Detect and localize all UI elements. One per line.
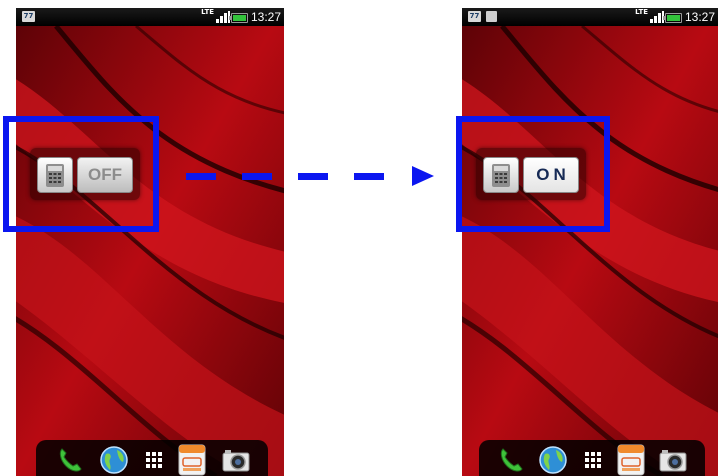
status-bar: 77 LTE 13:27 <box>16 8 284 26</box>
notification-badge: 77 <box>22 11 35 22</box>
browser-globe-icon[interactable] <box>98 444 130 476</box>
image-notification-icon <box>486 11 497 22</box>
signal-strength-icon <box>216 11 230 23</box>
battery-icon <box>229 13 248 23</box>
app-drawer-icon[interactable] <box>138 444 170 476</box>
clock: 13:27 <box>684 10 715 24</box>
app-dock <box>36 440 268 476</box>
arrow-head-icon <box>412 166 434 186</box>
passbook-icon[interactable] <box>176 444 208 476</box>
highlight-box-before <box>3 116 159 232</box>
notification-badge: 77 <box>468 11 481 22</box>
red-wave-wallpaper <box>462 8 718 476</box>
signal-strength-icon <box>650 11 664 23</box>
phone-icon[interactable] <box>495 444 527 476</box>
battery-icon <box>663 13 682 23</box>
camera-icon[interactable] <box>657 444 689 476</box>
app-drawer-icon[interactable] <box>577 444 609 476</box>
lte-icon: LTE <box>635 8 648 16</box>
phone-screen-after: 77 LTE 13:27 ON <box>462 8 718 476</box>
clock: 13:27 <box>250 10 281 24</box>
phone-icon[interactable] <box>54 444 86 476</box>
browser-globe-icon[interactable] <box>537 444 569 476</box>
red-wave-wallpaper <box>16 8 284 476</box>
app-dock <box>479 440 705 476</box>
camera-icon[interactable] <box>220 444 252 476</box>
status-bar: 77 LTE 13:27 <box>462 8 718 26</box>
passbook-icon[interactable] <box>615 444 647 476</box>
lte-icon: LTE <box>201 8 214 16</box>
highlight-box-after <box>456 116 610 232</box>
phone-screen-before: 77 LTE 13:27 OFF <box>16 8 284 476</box>
